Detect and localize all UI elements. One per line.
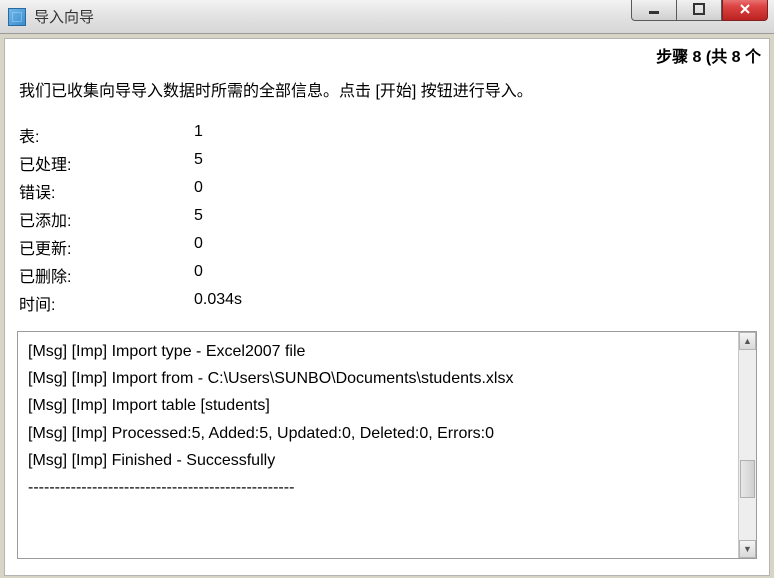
stats-value: 0 xyxy=(194,261,274,289)
log-line: ----------------------------------------… xyxy=(28,474,728,501)
maximize-button[interactable] xyxy=(676,0,722,21)
stats-value: 0.034s xyxy=(194,289,274,317)
stats-value: 0 xyxy=(194,177,274,205)
step-indicator: 步骤 8 (共 8 个 xyxy=(656,43,761,67)
minimize-button[interactable] xyxy=(631,0,677,21)
chevron-down-icon: ▼ xyxy=(743,544,752,554)
stats-row: 已添加:5 xyxy=(19,205,274,233)
chevron-up-icon: ▲ xyxy=(743,336,752,346)
stats-row: 已更新:0 xyxy=(19,233,274,261)
stats-panel: 表:1已处理:5错误:0已添加:5已更新:0已删除:0时间:0.034s xyxy=(5,109,769,327)
stats-label: 表: xyxy=(19,121,194,149)
log-scrollbar[interactable]: ▲ ▼ xyxy=(738,332,756,558)
log-line: [Msg] [Imp] Import table [students] xyxy=(28,392,728,419)
stats-value: 0 xyxy=(194,233,274,261)
stats-row: 表:1 xyxy=(19,121,274,149)
client-area: 步骤 8 (共 8 个 我们已收集向导导入数据时所需的全部信息。点击 [开始] … xyxy=(4,38,770,576)
close-icon xyxy=(738,3,752,15)
window-titlebar: 导入向导 xyxy=(0,0,774,34)
stats-row: 已删除:0 xyxy=(19,261,274,289)
stats-row: 错误:0 xyxy=(19,177,274,205)
app-icon xyxy=(8,8,26,26)
instruction-text: 我们已收集向导导入数据时所需的全部信息。点击 [开始] 按钮进行导入。 xyxy=(5,39,769,109)
stats-table: 表:1已处理:5错误:0已添加:5已更新:0已删除:0时间:0.034s xyxy=(19,121,274,317)
stats-row: 已处理:5 xyxy=(19,149,274,177)
window-controls xyxy=(631,0,768,21)
stats-label: 已处理: xyxy=(19,149,194,177)
log-line: [Msg] [Imp] Finished - Successfully xyxy=(28,447,728,474)
stats-value: 5 xyxy=(194,149,274,177)
close-button[interactable] xyxy=(722,0,768,21)
scroll-up-button[interactable]: ▲ xyxy=(739,332,756,350)
stats-label: 时间: xyxy=(19,289,194,317)
stats-value: 5 xyxy=(194,205,274,233)
stats-label: 已更新: xyxy=(19,233,194,261)
minimize-icon xyxy=(648,3,660,15)
scrollbar-thumb[interactable] xyxy=(740,460,755,498)
log-content[interactable]: [Msg] [Imp] Import type - Excel2007 file… xyxy=(18,332,738,558)
log-line: [Msg] [Imp] Processed:5, Added:5, Update… xyxy=(28,420,728,447)
stats-value: 1 xyxy=(194,121,274,149)
stats-row: 时间:0.034s xyxy=(19,289,274,317)
window-title: 导入向导 xyxy=(34,6,94,27)
stats-label: 错误: xyxy=(19,177,194,205)
stats-label: 已添加: xyxy=(19,205,194,233)
scroll-down-button[interactable]: ▼ xyxy=(739,540,756,558)
maximize-icon xyxy=(693,3,705,15)
log-line: [Msg] [Imp] Import type - Excel2007 file xyxy=(28,338,728,365)
stats-label: 已删除: xyxy=(19,261,194,289)
log-line: [Msg] [Imp] Import from - C:\Users\SUNBO… xyxy=(28,365,728,392)
log-box: [Msg] [Imp] Import type - Excel2007 file… xyxy=(17,331,757,559)
scrollbar-track[interactable] xyxy=(739,350,756,540)
